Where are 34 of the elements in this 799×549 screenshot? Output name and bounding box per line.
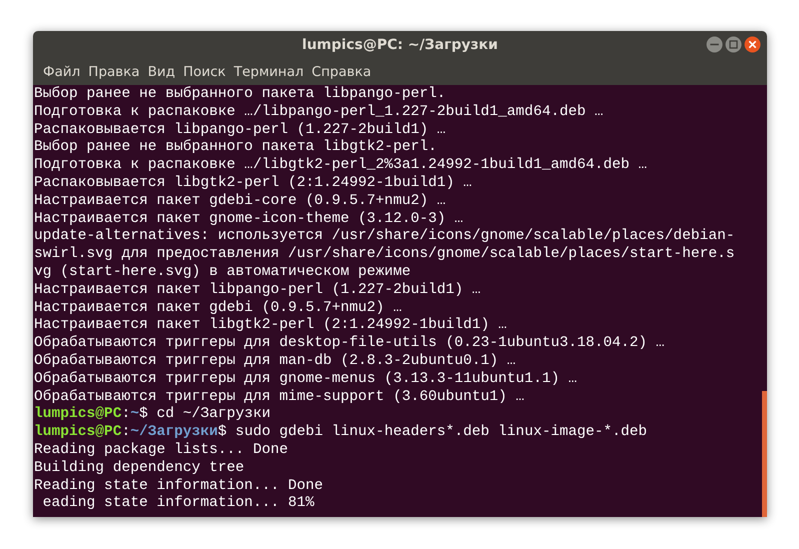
window-title: lumpics@PC: ~/Загрузки — [302, 36, 498, 52]
terminal-line: Настраивается пакет gdebi (0.9.5.7+nmu2) … — [34, 300, 403, 317]
terminal-line: swirl.svg для предоставления /usr/share/icons/gnome/scalable/places/start-here.s — [34, 246, 736, 264]
terminal-line: update-alternatives: используется /usr/share/icons/gnome/scalable/places/debian- — [34, 228, 736, 246]
terminal-line: Подготовка к распаковке …/libpango-perl_1.227-2build1_amd64.deb … — [34, 104, 604, 122]
menu-item[interactable]: Справка — [308, 64, 376, 80]
minimize-icon[interactable] — [706, 36, 723, 53]
prompt-line: lumpics@PC:~/Загрузки$ sudo gdebi linux-headers*.deb linux-image-*.deb — [34, 424, 648, 442]
terminal-line: Обрабатываются триггеры для desktop-file-utils (0.23-1ubuntu3.18.04.2) … — [34, 335, 666, 353]
menu-item[interactable]: Терминал — [230, 64, 308, 80]
menu-item[interactable]: Правка — [84, 64, 144, 80]
scrollbar[interactable] — [762, 391, 767, 517]
terminal-line: Обрабатываются триггеры для man-db (2.8.3-2ubuntu0.1) … — [34, 352, 517, 371]
menu-item[interactable]: Вид — [144, 64, 180, 80]
terminal-line: Настраивается пакет libgtk2-perl (2:1.24992-1build1) … — [34, 317, 508, 335]
prompt-line: lumpics@PC:~$ cd ~/Загрузки — [34, 406, 272, 424]
terminal-line: eading state information... 81% — [42, 495, 316, 514]
terminal-line: Распаковывается libpango-perl (1.227-2build1) … — [34, 122, 447, 139]
terminal-line: Настраивается пакет gnome-icon-theme (3.12.0-3) … — [34, 210, 464, 228]
terminal-line: Reading package lists... Done — [34, 442, 289, 460]
terminal-line: Распаковывается libgtk2-perl (2:1.24992-1build1) … — [34, 174, 473, 193]
terminal-line: Настраивается пакет gdebi-core (0.9.5.7+nmu2) … — [34, 192, 447, 211]
terminal-line: Настраивается пакет libpango-perl (1.227-2build1) … — [34, 282, 482, 300]
terminal-line: Building dependency tree — [34, 460, 246, 478]
terminal-line: Выбор ранее не выбранного пакета libpango-perl. — [34, 86, 447, 104]
menu-item[interactable]: Файл — [39, 64, 84, 80]
terminal-line: Обрабатываются триггеры для mime-support (3.60ubuntu1) … — [34, 388, 526, 406]
terminal-line: Обрабатываются триггеры для gnome-menus (3.13.3-11ubuntu1.1) … — [34, 370, 578, 389]
terminal-line: Подготовка к распаковке …/libgtk2-perl_2%3a1.24992-1build1_amd64.deb … — [34, 157, 648, 175]
terminal-line: Выбор ранее не выбранного пакета libgtk2-perl. — [34, 139, 438, 157]
terminal-line: vg (start-here.svg) в автоматическом режиме — [34, 264, 412, 282]
close-icon[interactable] — [744, 36, 761, 53]
menu-item[interactable]: Поиск — [179, 64, 230, 80]
terminal-line: Reading state information... Done — [34, 478, 324, 495]
